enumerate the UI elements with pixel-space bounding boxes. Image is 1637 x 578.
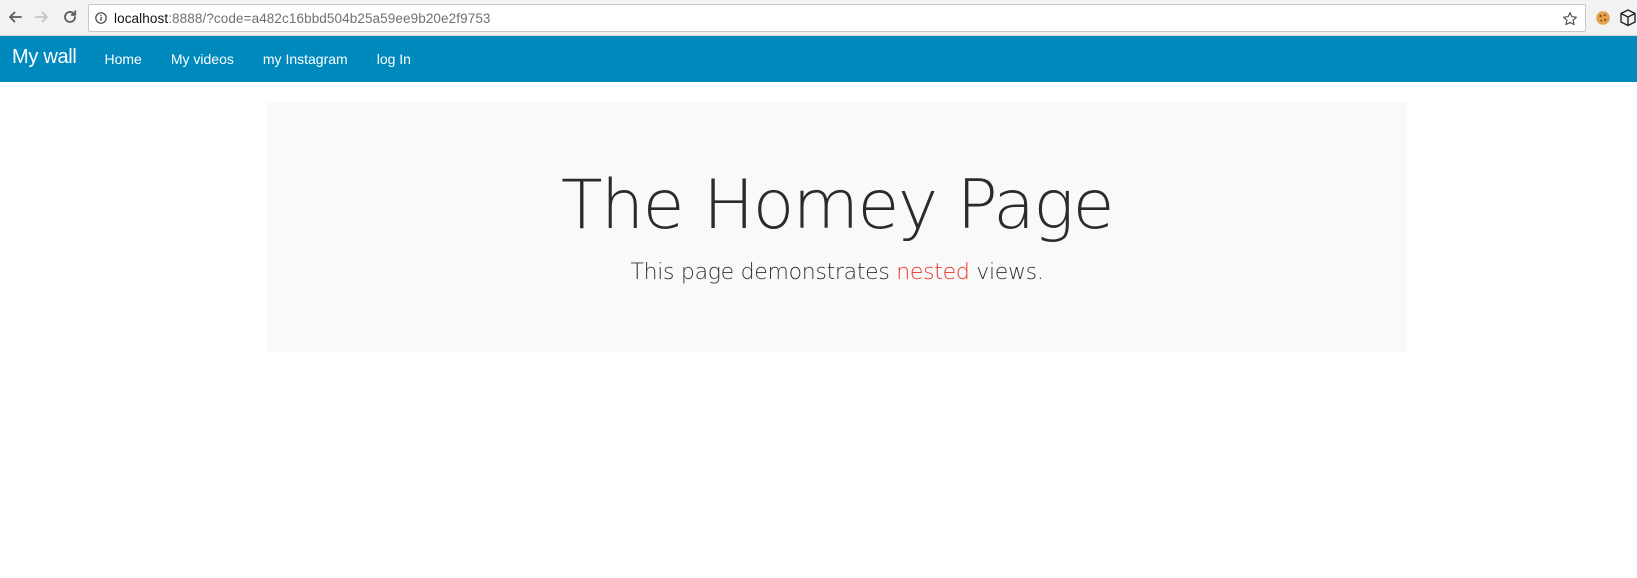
subtitle-text-after: views.	[969, 260, 1044, 285]
nav-link-my-instagram[interactable]: my Instagram	[248, 51, 362, 67]
back-arrow-icon[interactable]	[4, 6, 26, 28]
url-host: localhost	[114, 10, 169, 26]
url-path: :8888/?code=a482c16bbd504b25a59ee9b20e2f…	[168, 10, 491, 26]
info-icon[interactable]	[95, 12, 107, 24]
subtitle-accent-word: nested	[896, 260, 970, 285]
nav-item-log-in: log In	[362, 36, 425, 82]
star-icon[interactable]	[1561, 10, 1579, 28]
cookie-icon[interactable]	[1593, 8, 1613, 28]
address-bar[interactable]: localhost:8888/?code=a482c16bbd504b25a59…	[88, 4, 1586, 32]
reload-icon[interactable]	[59, 6, 81, 28]
nav-links: Home My videos my Instagram log In	[90, 36, 425, 82]
nav-item-home: Home	[90, 36, 156, 82]
nav-link-log-in[interactable]: log In	[362, 51, 425, 67]
url-text[interactable]: localhost:8888/?code=a482c16bbd504b25a59…	[114, 11, 491, 26]
nav-link-my-videos[interactable]: My videos	[156, 51, 248, 67]
brand-link[interactable]: My wall	[12, 46, 77, 69]
nav-item-my-videos: My videos	[156, 36, 248, 82]
box-icon[interactable]	[1619, 8, 1637, 28]
subtitle-text-before: This page demonstrates	[630, 260, 897, 285]
site-navbar: My wall Home My videos my Instagram log …	[0, 36, 1637, 82]
page-title: The Homey Page	[560, 166, 1115, 245]
jumbotron: The Homey Page This page demonstrates ne…	[267, 102, 1407, 352]
forward-arrow-icon[interactable]	[31, 6, 53, 28]
page-subtitle: This page demonstrates nested views.	[267, 258, 1407, 288]
nav-item-my-instagram: my Instagram	[248, 36, 362, 82]
browser-toolbar: localhost:8888/?code=a482c16bbd504b25a59…	[0, 0, 1637, 36]
nav-link-home[interactable]: Home	[90, 51, 156, 67]
